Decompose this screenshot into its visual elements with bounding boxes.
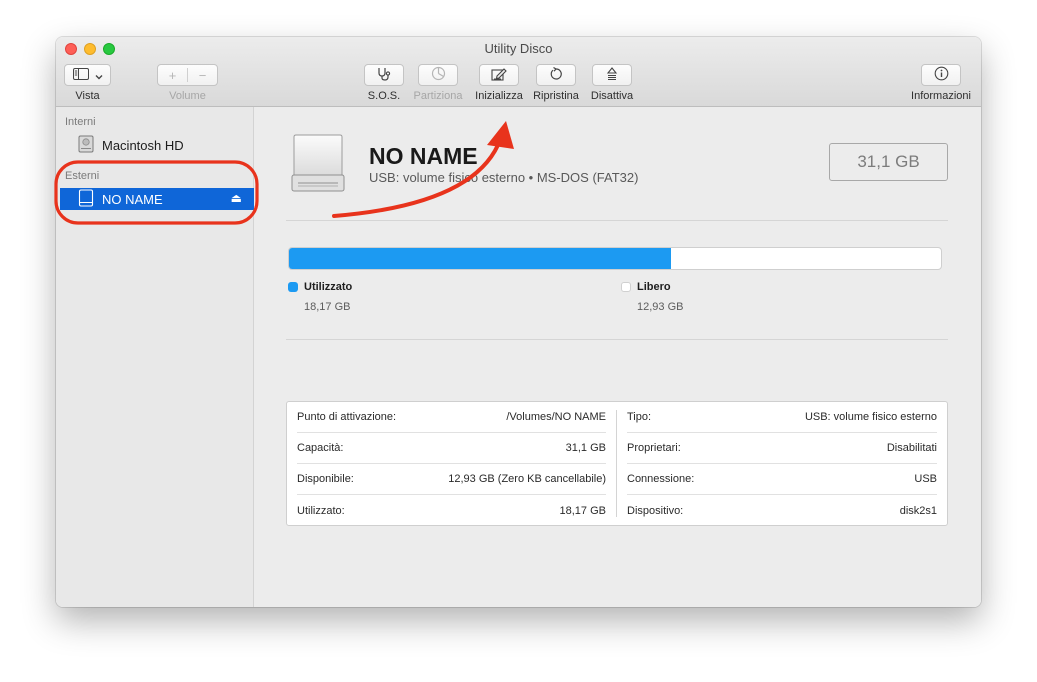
- info-value: USB: volume fisico esterno: [804, 411, 937, 423]
- restore-button[interactable]: [536, 64, 576, 86]
- sidebar-header-internal: Interni: [65, 116, 96, 128]
- info-label: Tipo:: [627, 411, 652, 423]
- legend-used-value: 18,17 GB: [304, 301, 351, 313]
- sidebar: Interni Macintosh HD Esterni NO NAME ⏏: [56, 107, 254, 607]
- window-title: Utility Disco: [484, 41, 553, 56]
- unmount-label: Disattiva: [590, 90, 634, 102]
- volume-description: USB: volume fisico esterno • MS-DOS (FAT…: [369, 170, 639, 185]
- info-label: Informazioni: [911, 90, 971, 102]
- disk-icon: [78, 188, 94, 210]
- info-label: Connessione:: [627, 473, 695, 485]
- info-label: Dispositivo:: [627, 504, 684, 517]
- remove-volume-button[interactable]: −: [188, 68, 217, 83]
- info-row: Tipo: USB: volume fisico esterno: [627, 402, 937, 433]
- legend-free-swatch: [621, 282, 631, 292]
- info-column-right: Tipo: USB: volume fisico esterno Propriet…: [617, 402, 947, 525]
- legend-free-label: Libero: [637, 281, 671, 293]
- first-aid-button[interactable]: [364, 64, 404, 86]
- info-row: Connessione: USB: [627, 464, 937, 495]
- erase-icon: [491, 67, 507, 84]
- erase-button[interactable]: [479, 64, 519, 86]
- unmount-icon: [606, 66, 618, 84]
- info-row: Utilizzato: 18,17 GB: [297, 495, 606, 526]
- restore-label: Ripristina: [533, 90, 579, 102]
- legend-free: Libero 12,93 GB: [621, 281, 683, 313]
- info-label: Punto di attivazione:: [297, 411, 397, 423]
- storage-usage-bar: [288, 247, 942, 270]
- info-row: Capacità: 31,1 GB: [297, 433, 606, 464]
- view-button[interactable]: [64, 64, 111, 86]
- legend-free-value: 12,93 GB: [637, 301, 684, 313]
- add-volume-button[interactable]: +: [158, 68, 187, 83]
- first-aid-label: S.O.S.: [367, 90, 401, 102]
- legend-used-swatch: [288, 282, 298, 292]
- toolbar: Utility Disco Vista + − Volume S.O.S. Pa…: [56, 37, 981, 107]
- view-label: Vista: [75, 90, 100, 102]
- info-value: disk2s1: [899, 504, 937, 517]
- legend-used: Utilizzato 18,17 GB: [288, 281, 352, 313]
- disk-utility-window: Utility Disco Vista + − Volume S.O.S. Pa…: [56, 37, 981, 607]
- unmount-button[interactable]: [592, 64, 632, 86]
- info-label: Capacità:: [297, 442, 344, 454]
- sidebar-item-label: NO NAME: [102, 191, 163, 207]
- volume-label: Volume: [169, 90, 206, 102]
- info-value: Disabilitati: [886, 442, 937, 454]
- info-value: 18,17 GB: [559, 504, 606, 517]
- erase-label: Inizializza: [475, 90, 523, 102]
- sidebar-item-no-name[interactable]: NO NAME ⏏: [60, 188, 254, 210]
- external-drive-icon: [290, 133, 346, 193]
- volume-button-group[interactable]: + −: [157, 64, 218, 86]
- eject-icon[interactable]: ⏏: [231, 191, 242, 205]
- sidebar-toggle-icon: [72, 67, 89, 83]
- info-icon: [934, 66, 949, 84]
- storage-used-fill: [289, 248, 672, 269]
- main-content: NO NAME USB: volume fisico esterno • MS-…: [254, 107, 981, 607]
- info-value: 12,93 GB (Zero KB cancellabile): [448, 473, 606, 485]
- divider: [286, 339, 948, 340]
- volume-info-table: Punto di attivazione: /Volumes/NO NAME Ca…: [286, 401, 948, 526]
- pie-chart-icon: [431, 66, 446, 84]
- info-value: USB: [914, 473, 937, 485]
- sidebar-header-external: Esterni: [65, 170, 100, 182]
- partition-button[interactable]: [418, 64, 458, 86]
- info-row: Punto di attivazione: /Volumes/NO NAME: [297, 402, 606, 433]
- stethoscope-icon: [376, 67, 392, 84]
- info-label: Utilizzato:: [297, 504, 345, 517]
- info-row: Disponibile: 12,93 GB (Zero KB cancellabi…: [297, 464, 606, 495]
- disk-icon: [78, 135, 94, 156]
- volume-title: NO NAME: [369, 143, 478, 169]
- info-value: 31,1 GB: [565, 442, 606, 454]
- volume-capacity-badge: 31,1 GB: [829, 143, 948, 181]
- sidebar-item-macintosh-hd[interactable]: Macintosh HD: [60, 134, 254, 156]
- info-button[interactable]: [921, 64, 961, 86]
- restore-icon: [549, 66, 563, 84]
- info-row: Dispositivo: disk2s1: [627, 495, 937, 526]
- sidebar-item-label: Macintosh HD: [102, 137, 184, 153]
- info-column-left: Punto di attivazione: /Volumes/NO NAME Ca…: [287, 402, 616, 525]
- info-row: Proprietari: Disabilitati: [627, 433, 937, 464]
- info-label: Proprietari:: [627, 442, 681, 454]
- partition-label: Partiziona: [413, 90, 463, 102]
- legend-used-label: Utilizzato: [304, 281, 353, 293]
- divider: [286, 220, 948, 221]
- chevron-down-icon: [95, 68, 103, 83]
- info-label: Disponibile:: [297, 473, 354, 485]
- info-value: /Volumes/NO NAME: [506, 411, 606, 423]
